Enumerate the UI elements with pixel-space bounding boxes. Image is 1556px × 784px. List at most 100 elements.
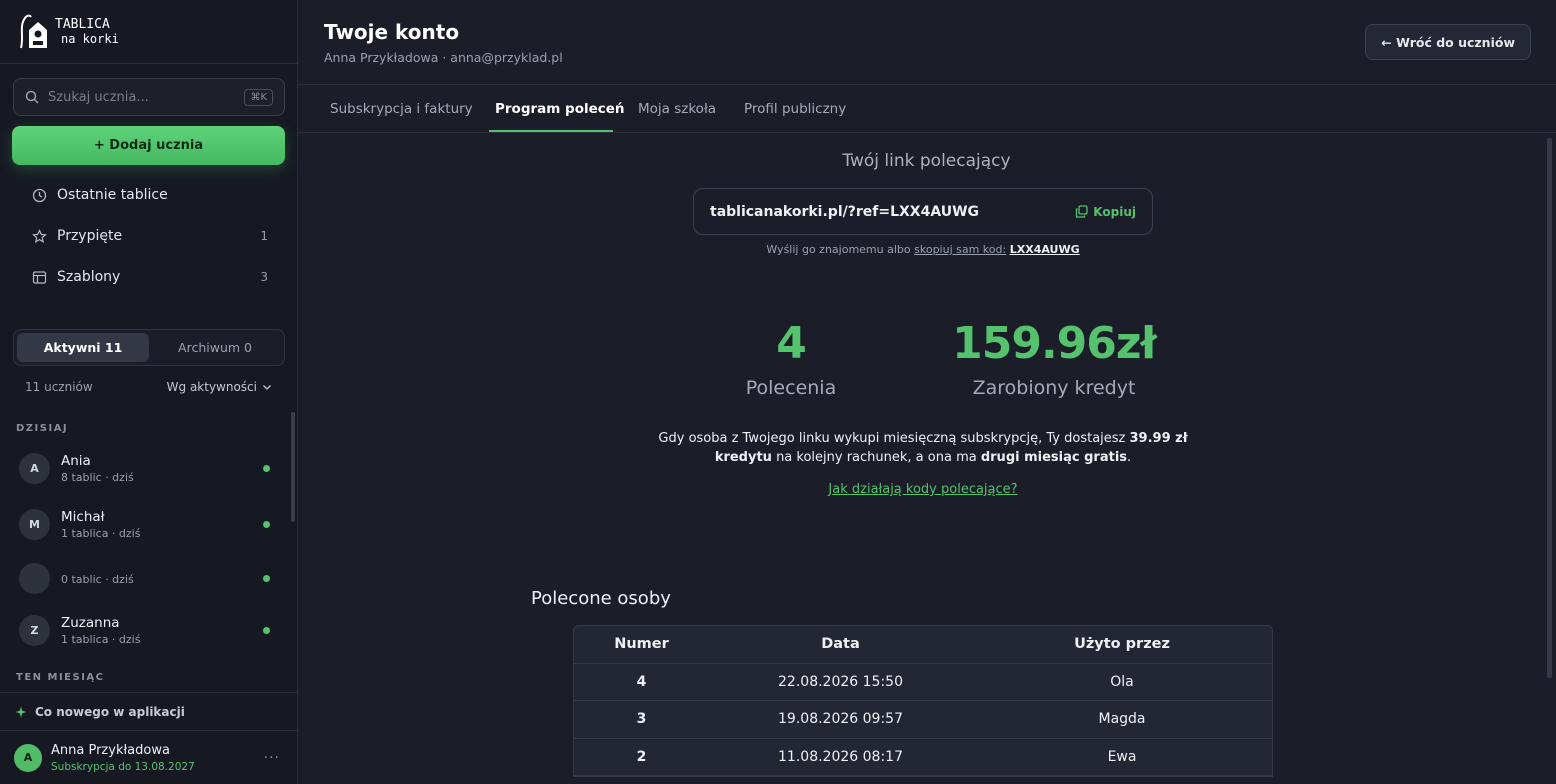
nav-count: 1 [260, 229, 268, 243]
online-indicator [263, 626, 270, 634]
nav-label: Szablony [57, 269, 121, 285]
copy-code-link[interactable]: skopiuj sam kod: [914, 243, 1006, 256]
page-title: Twoje konto [324, 20, 460, 44]
referral-link-box: tablicanakorki.pl/?ref=LXX4AUWG Kopiuj [693, 188, 1153, 235]
search-placeholder: Szukaj ucznia... [48, 89, 149, 105]
table-row: 3 19.08.2026 09:57 Magda [574, 701, 1272, 739]
account-tabs: Subskrypcja i faktury Program poleceń Mo… [298, 85, 1556, 133]
nav-label: Przypięte [57, 228, 123, 244]
add-student-button[interactable]: + Dodaj ucznia [12, 126, 285, 165]
stat-credit: 159.96zł Zarobiony kredyt [944, 318, 1164, 399]
student-status-toggle: Aktywni 11 Archiwum 0 [13, 329, 285, 366]
cell-used-by: Ola [1110, 673, 1134, 690]
chevron-down-icon [263, 385, 271, 390]
tab-referral-program[interactable]: Program poleceń [495, 101, 625, 117]
cell-number: 2 [636, 748, 647, 765]
hint-text: Wyślij go znajomemu albo [766, 243, 915, 256]
credit-label: Zarobiony kredyt [972, 377, 1136, 399]
desc-text: Gdy osoba z Twojego linku wykupi miesięc… [658, 431, 1130, 446]
tab-my-school[interactable]: Moja szkoła [638, 101, 716, 117]
avatar: M [19, 508, 50, 540]
referral-description: Gdy osoba z Twojego linku wykupi miesięc… [658, 429, 1188, 467]
desc-text: na kolejny rachunek, a ona ma [771, 450, 981, 465]
cell-number: 4 [636, 673, 647, 690]
desc-bold: drugi miesiąc gratis [980, 450, 1128, 465]
main-content: Twoje konto Anna Przykładowa · anna@przy… [298, 0, 1556, 784]
credit-value: 159.96zł [952, 318, 1157, 369]
cell-date: 19.08.2026 09:57 [778, 711, 903, 728]
student-item[interactable]: 0 tablic · dziś [19, 560, 275, 596]
star-icon [32, 228, 47, 243]
referral-link-title: Twój link polecający [842, 151, 1011, 171]
app: TABLICA na korki Szukaj ucznia... ⌘K + D… [0, 0, 1556, 784]
referral-code[interactable]: LXX4AUWG [1010, 243, 1080, 256]
tab-active-students[interactable]: Aktywni 11 [17, 333, 149, 362]
logo[interactable]: TABLICA na korki [0, 0, 297, 64]
stat-referrals: 4 Polecenia [706, 318, 876, 399]
referral-link[interactable]: tablicanakorki.pl/?ref=LXX4AUWG [710, 204, 1075, 220]
search-input[interactable]: Szukaj ucznia... ⌘K [13, 78, 285, 116]
student-name: Zuzanna [61, 614, 120, 631]
online-indicator [263, 520, 270, 528]
whats-new-label: Co nowego w aplikacji [35, 704, 185, 719]
col-used-by: Użyto przez [1074, 636, 1170, 653]
table-row: 4 22.08.2026 15:50 Ola [574, 664, 1272, 701]
nav-pinned[interactable]: Przypięte 1 [32, 224, 268, 248]
logo-line1: TABLICA [55, 16, 110, 32]
group-label-today: DZISIAJ [16, 423, 69, 434]
subscription-status: Subskrypcja do 13.08.2027 [51, 760, 195, 773]
nav-templates[interactable]: Szablony 3 [32, 265, 268, 289]
student-item[interactable]: M Michał 1 tablica · dziś [19, 506, 275, 542]
avatar: A [19, 452, 50, 484]
user-profile[interactable]: A Anna Przykładowa Subskrypcja do 13.08.… [0, 730, 297, 784]
cell-number: 3 [636, 711, 647, 728]
desc-text: . [1127, 450, 1132, 465]
col-date: Data [821, 636, 860, 653]
referred-table: Numer Data Użyto przez 4 22.08.2026 15:5… [573, 625, 1273, 777]
student-name: Ania [61, 452, 91, 469]
tab-public-profile[interactable]: Profil publiczny [744, 101, 846, 117]
sidebar-scrollbar[interactable] [291, 412, 295, 522]
shortcut-badge: ⌘K [244, 88, 273, 106]
student-name: Michał [61, 508, 105, 525]
cell-used-by: Ewa [1107, 748, 1137, 765]
online-indicator [263, 574, 270, 582]
page-subtitle: Anna Przykładowa · anna@przyklad.pl [324, 50, 563, 65]
referrals-value: 4 [776, 318, 807, 369]
copy-button[interactable]: Kopiuj [1075, 205, 1136, 219]
col-number: Numer [614, 636, 669, 653]
cell-used-by: Magda [1098, 711, 1146, 728]
tab-subscription[interactable]: Subskrypcja i faktury [330, 101, 473, 117]
sparkle-icon [15, 706, 27, 717]
student-meta: 8 tablic · dziś [61, 470, 134, 484]
whats-new-link[interactable]: Co nowego w aplikacji [0, 692, 297, 730]
more-icon[interactable]: ··· [264, 750, 280, 766]
student-meta: 0 tablic · dziś [61, 572, 134, 586]
cell-date: 22.08.2026 15:50 [778, 673, 903, 690]
logo-text: TABLICA na korki [55, 16, 119, 46]
back-to-students-button[interactable]: ← Wróć do uczniów [1365, 24, 1531, 60]
copy-label: Kopiuj [1093, 204, 1136, 219]
logo-icon [20, 14, 47, 48]
nav-count: 3 [260, 270, 268, 284]
student-item[interactable]: A Ania 8 tablic · dziś [19, 450, 275, 486]
sidebar: TABLICA na korki Szukaj ucznia... ⌘K + D… [0, 0, 298, 784]
student-meta: 1 tablica · dziś [61, 526, 141, 540]
search-icon [25, 90, 39, 104]
nav-recent-boards[interactable]: Ostatnie tablice [32, 183, 268, 207]
user-avatar: A [14, 743, 42, 772]
main-scrollbar[interactable] [1547, 138, 1552, 678]
online-indicator [263, 464, 270, 472]
sort-dropdown[interactable]: Wg aktywności [167, 380, 273, 394]
tab-archive[interactable]: Archiwum 0 [149, 333, 281, 362]
active-tab-indicator [489, 130, 613, 132]
referral-help-link[interactable]: Jak działają kody polecające? [298, 482, 1548, 497]
referred-people-title: Polecone osoby [531, 588, 671, 609]
student-item[interactable]: Z Zuzanna 1 tablica · dziś [19, 612, 275, 648]
avatar [19, 562, 50, 594]
cell-date: 11.08.2026 08:17 [778, 748, 903, 765]
page-header: Twoje konto Anna Przykładowa · anna@przy… [298, 0, 1556, 85]
copy-icon [1076, 205, 1088, 218]
table-row: 2 11.08.2026 08:17 Ewa [574, 739, 1272, 776]
list-meta: 11 uczniów Wg aktywności [25, 380, 273, 394]
